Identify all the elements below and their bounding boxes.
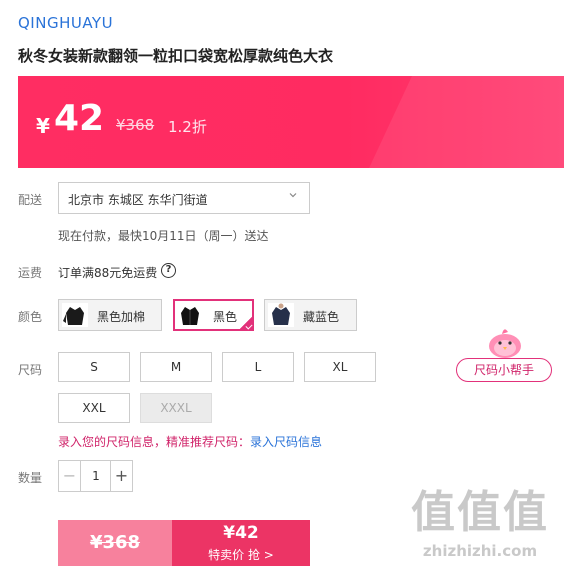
color-label: 颜色 [18,310,43,324]
size-option-l[interactable]: L [222,352,294,382]
watermark-site: zhizhizhi.com [422,542,538,560]
color-option-navy[interactable]: 藏蓝色 [264,299,357,331]
product-title: 秋冬女装新款翻领一粒扣口袋宽松厚款纯色大衣 [18,47,334,65]
enter-size-link[interactable]: 录入尺码信息 [250,435,322,449]
shipping-text: 订单满88元免运费 [58,266,158,280]
original-price: ¥368 [116,116,155,134]
size-helper[interactable]: 尺码小帮手 [456,324,552,384]
currency-symbol: ¥ [36,114,50,138]
original-price-button[interactable]: ¥368 [58,520,172,566]
quantity-minus-button[interactable]: − [59,461,81,491]
color-option-black[interactable]: 黑色 [173,299,254,331]
coat-thumbnail-icon [268,303,294,327]
color-option-black-padded[interactable]: 黑色加棉 [58,299,162,331]
color-option-label: 藏蓝色 [303,310,340,324]
bird-mascot-icon [489,329,521,358]
quantity-input[interactable]: 1 [81,461,111,491]
delivery-label: 配送 [18,193,43,207]
coat-thumbnail-icon [62,303,88,327]
coat-thumbnail-icon [177,303,203,327]
selected-check-icon [236,317,254,331]
size-label: 尺码 [18,363,43,377]
size-option-xxxl: XXXL [140,393,212,423]
watermark-logo: 值值值 [411,487,549,538]
size-option-s[interactable]: S [58,352,130,382]
address-select[interactable]: 北京市 东城区 东华门街道 [58,182,310,214]
product-detail-page: QINGHUAYU 秋冬女装新款翻领一粒扣口袋宽松厚款纯色大衣 ¥ 42 ¥36… [0,0,564,575]
size-hint: 录入您的尺码信息，精准推荐尺码：录入尺码信息 [58,433,322,450]
size-option-xl[interactable]: XL [304,352,376,382]
quantity-stepper: − 1 + [58,460,133,492]
delivery-note: 现在付款，最快10月11日（周一）送达 [58,229,269,243]
buy-label: 特卖价 抢 > [208,548,274,562]
size-option-m[interactable]: M [140,352,212,382]
shipping-label: 运费 [18,266,43,280]
address-value: 北京市 东城区 东华门街道 [68,193,208,207]
discount-rate: 1.2折 [168,118,207,136]
quantity-label: 数量 [18,471,43,485]
buy-price: ¥42 [223,523,259,543]
current-price: 42 [54,98,105,139]
help-icon[interactable]: ? [161,263,176,278]
size-helper-button[interactable]: 尺码小帮手 [456,358,552,382]
size-hint-text: 录入您的尺码信息，精准推荐尺码： [58,435,251,449]
chevron-down-icon [289,193,297,198]
quantity-plus-button[interactable]: + [110,461,132,491]
price-banner: ¥ 42 ¥368 1.2折 [18,76,564,168]
color-option-label: 黑色加棉 [97,310,146,324]
brand-name[interactable]: QINGHUAYU [18,14,113,32]
size-option-xxl[interactable]: XXL [58,393,130,423]
buy-now-button[interactable]: ¥42 特卖价 抢 > [172,520,310,566]
color-option-label: 黑色 [213,310,238,324]
watermark: 值值值 zhizhizhi.com [400,476,560,572]
